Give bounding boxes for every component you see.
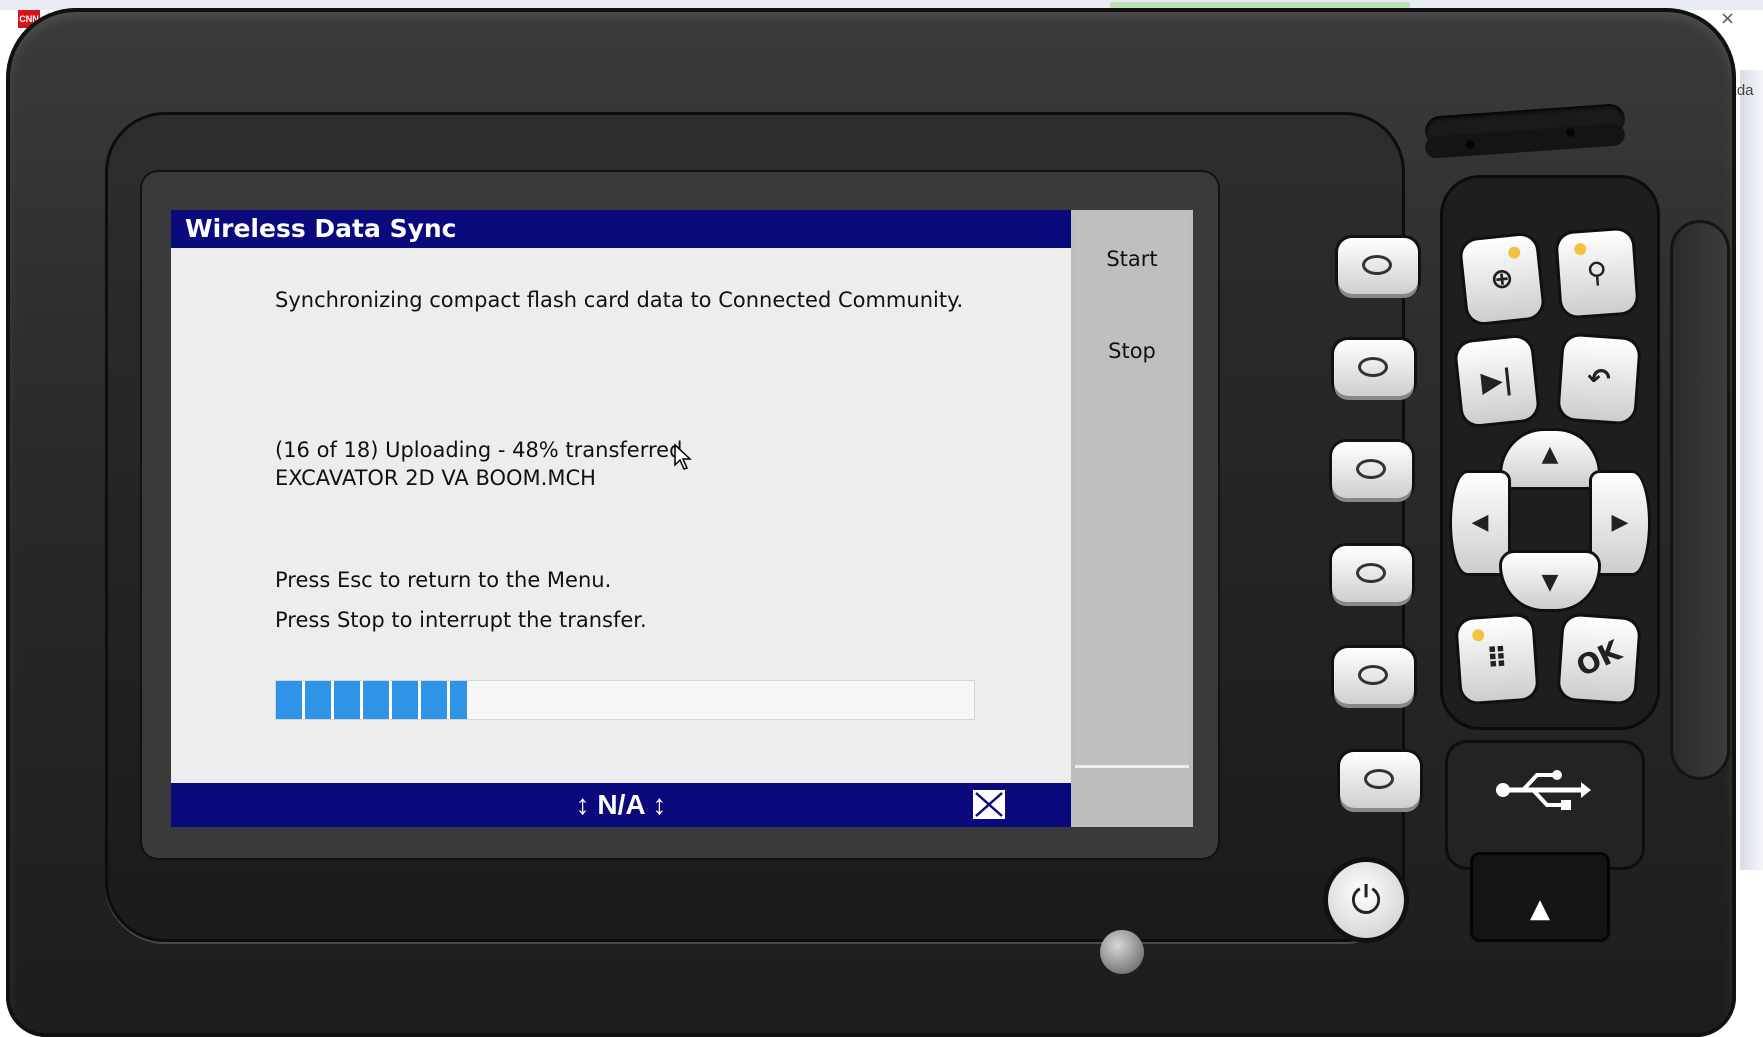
hardware-softkey-1[interactable] (1338, 238, 1418, 294)
window-title: Wireless Data Sync (171, 210, 1071, 248)
softkey-5[interactable] (1075, 578, 1189, 676)
eject-button[interactable]: ▲ (1505, 880, 1575, 938)
status-close-icon[interactable] (971, 788, 1007, 821)
directional-pad: ▲ ◀ ▶ ▼ (1442, 425, 1652, 620)
zoom-in-button[interactable]: ⊕ (1460, 234, 1544, 324)
zoom-in-icon: ⊕ (1488, 260, 1516, 297)
softkey-column: Start Stop (1071, 210, 1193, 827)
dpad-up-button[interactable]: ▲ (1502, 431, 1598, 487)
dpad-right-button[interactable]: ▶ (1592, 473, 1648, 573)
status-bar: ↕ N/A ↕ (171, 783, 1071, 827)
sync-panel: Synchronizing compact flash card data to… (171, 248, 1071, 783)
progress-bar-fill (276, 681, 467, 719)
search-button[interactable]: ⚲ (1557, 229, 1637, 317)
sync-message: Synchronizing compact flash card data to… (275, 288, 964, 312)
mouse-cursor-icon (674, 443, 692, 470)
ambient-light-sensor (1100, 930, 1144, 974)
search-icon: ⚲ (1585, 255, 1609, 290)
ok-button[interactable]: OK (1559, 615, 1639, 703)
hardware-softkey-2[interactable] (1334, 340, 1414, 396)
keypad-icon: ⠿ (1484, 641, 1510, 676)
close-icon[interactable]: × (1720, 8, 1735, 29)
progress-bar (275, 680, 975, 720)
esc-hint: Press Esc to return to the Menu. (275, 568, 612, 592)
usb-icon (1496, 770, 1591, 810)
dpad-left-button[interactable]: ◀ (1452, 473, 1508, 573)
keypad-button[interactable]: ⠿ (1457, 615, 1537, 703)
skip-button[interactable]: ▶| (1455, 336, 1539, 426)
undo-icon: ↶ (1586, 361, 1612, 396)
start-softkey[interactable]: Start (1075, 210, 1189, 308)
hardware-softkey-6[interactable] (1340, 752, 1420, 808)
stop-softkey[interactable]: Stop (1075, 302, 1189, 400)
softkey-3[interactable] (1075, 394, 1189, 492)
stop-hint: Press Stop to interrupt the transfer. (275, 608, 647, 632)
current-file-name: EXCAVATOR 2D VA BOOM.MCH (275, 466, 596, 490)
browser-side-panel (1740, 70, 1763, 870)
power-button[interactable]: ⏻ (1328, 862, 1404, 938)
skip-icon: ▶| (1479, 362, 1515, 399)
indicator-led (1566, 128, 1575, 137)
softkey-4[interactable] (1075, 486, 1189, 584)
dpad-down-button[interactable]: ▼ (1502, 553, 1598, 609)
hardware-softkey-3[interactable] (1332, 442, 1412, 498)
softkey-6[interactable] (1075, 670, 1189, 768)
hardware-softkey-4[interactable] (1332, 546, 1412, 602)
device-screen: Wireless Data Sync Synchronizing compact… (171, 210, 1193, 827)
indicator-led (1466, 140, 1475, 149)
device-side-grip (1670, 220, 1730, 780)
progress-status: (16 of 18) Uploading - 48% transferred (275, 438, 683, 462)
status-text: ↕ N/A ↕ (575, 789, 667, 820)
back-button[interactable]: ↶ (1559, 335, 1639, 423)
hardware-softkey-5[interactable] (1334, 648, 1414, 704)
